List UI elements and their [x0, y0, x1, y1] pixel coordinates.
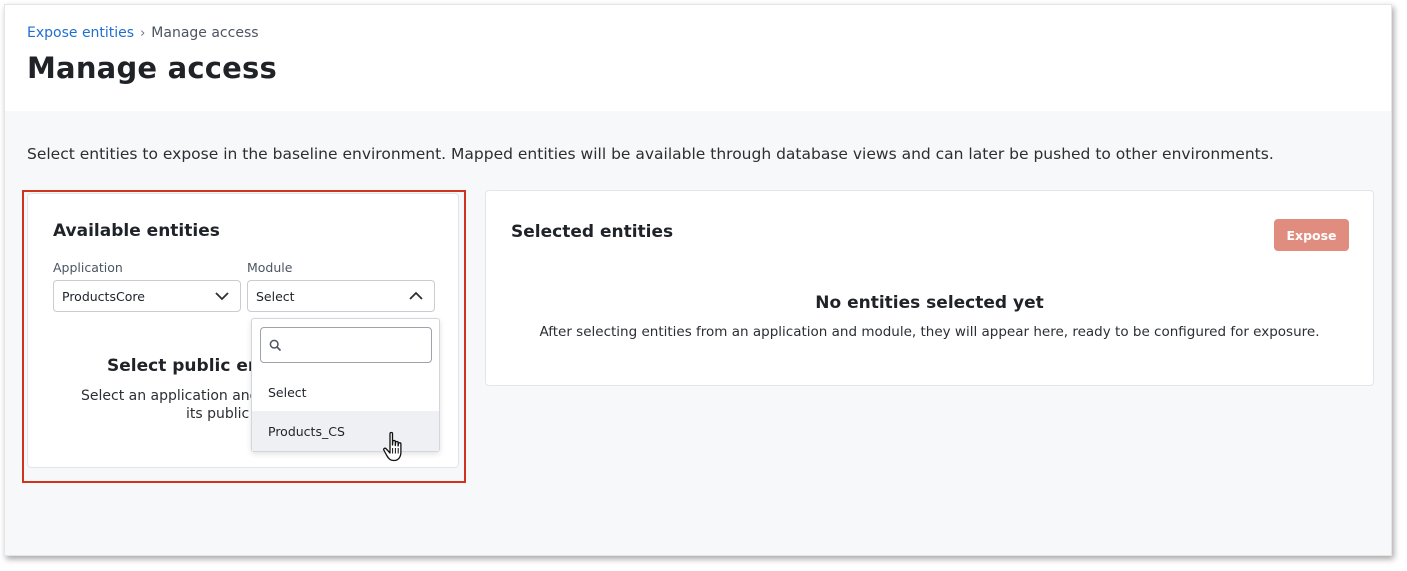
selected-empty-text: After selecting entities from an applica…: [539, 324, 1320, 340]
breadcrumb-current: Manage access: [151, 25, 259, 41]
chevron-down-icon: [215, 292, 229, 301]
dropdown-option-products-cs[interactable]: Products_CS: [252, 411, 439, 451]
dropdown-option-select[interactable]: Select: [252, 372, 439, 412]
available-empty-text-line2: its public: [186, 406, 250, 422]
breadcrumb: Expose entities › Manage access: [27, 25, 259, 41]
expose-button[interactable]: Expose: [1274, 219, 1349, 251]
app-window: Expose entities › Manage access Manage a…: [4, 4, 1392, 556]
available-empty-text-line1: Select an application and: [81, 388, 259, 404]
intro-text: Select entities to expose in the baselin…: [27, 145, 1274, 163]
breadcrumb-link-expose-entities[interactable]: Expose entities: [27, 25, 134, 41]
page-title: Manage access: [27, 51, 277, 85]
search-icon: [269, 339, 282, 352]
dropdown-search-input[interactable]: [260, 327, 432, 363]
module-label: Module: [247, 260, 293, 275]
module-select-value: Select: [256, 288, 295, 304]
hand-cursor-icon: [383, 431, 402, 462]
page-header: Expose entities › Manage access Manage a…: [5, 5, 1391, 111]
available-entities-title: Available entities: [53, 221, 220, 241]
application-select[interactable]: ProductsCore: [53, 280, 241, 312]
application-select-value: ProductsCore: [62, 288, 145, 304]
module-select[interactable]: Select: [247, 280, 435, 312]
selected-entities-title: Selected entities: [511, 222, 674, 242]
available-empty-title: Select public ent: [107, 356, 269, 376]
breadcrumb-separator: ›: [140, 25, 146, 41]
selected-empty-title: No entities selected yet: [815, 293, 1044, 313]
application-label: Application: [53, 260, 123, 275]
chevron-up-icon: [409, 291, 423, 300]
selected-entities-card: Selected entities Expose No entities sel…: [485, 190, 1374, 386]
module-dropdown-menu: Select Products_CS: [251, 318, 440, 452]
